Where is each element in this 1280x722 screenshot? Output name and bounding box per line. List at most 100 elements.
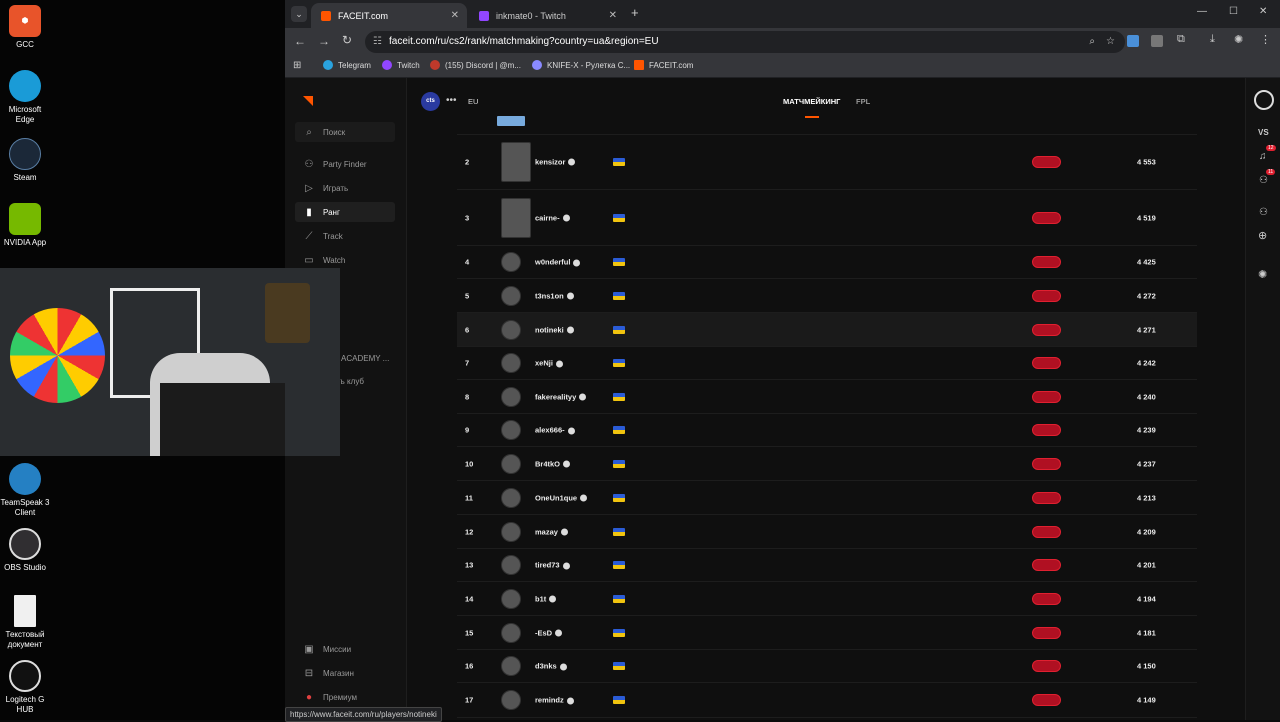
player-name[interactable]: w0nderful bbox=[535, 258, 581, 267]
minimize-icon[interactable]: — bbox=[1197, 6, 1207, 17]
avatar[interactable] bbox=[501, 252, 521, 272]
back-arrow-icon[interactable]: ← bbox=[294, 34, 306, 48]
avatar[interactable] bbox=[501, 487, 521, 508]
nav-premium[interactable]: ● Премиум bbox=[295, 687, 395, 707]
address-bar[interactable]: ☷ faceit.com/ru/cs2/rank/matchmaking?coun… bbox=[365, 31, 1125, 53]
nav-shop[interactable]: ⊟ Магазин bbox=[295, 663, 395, 683]
nav-party-finder[interactable]: ⚇ Party Finder bbox=[295, 154, 395, 174]
table-row[interactable]: 17 remindz 4 149 bbox=[457, 683, 1197, 718]
apps-grid-icon[interactable]: ⊞ bbox=[293, 60, 301, 71]
player-name[interactable]: xeNji bbox=[535, 359, 563, 368]
table-row[interactable]: 8 fakerealityy 4 240 bbox=[457, 380, 1197, 414]
bookmark-faceit[interactable]: FACEIT.com bbox=[634, 60, 693, 70]
extension-icon[interactable] bbox=[1151, 35, 1163, 47]
reload-icon[interactable]: ↻ bbox=[342, 33, 352, 47]
close-tab-icon[interactable]: ✕ bbox=[451, 10, 459, 21]
maximize-icon[interactable]: ☐ bbox=[1229, 6, 1238, 17]
desktop-icon-text-document[interactable]: Текстовый документ bbox=[0, 595, 50, 650]
player-name[interactable]: remindz bbox=[535, 696, 574, 705]
cs2-logo-icon[interactable] bbox=[1254, 90, 1274, 110]
avatar[interactable] bbox=[501, 141, 531, 182]
tab-search-chevron-icon[interactable]: ⌄ bbox=[291, 6, 307, 22]
player-name[interactable]: kensizor bbox=[535, 157, 576, 166]
forward-arrow-icon[interactable]: → bbox=[318, 34, 330, 48]
desktop-icon-nvidia[interactable]: NVIDIA App bbox=[0, 203, 50, 248]
player-name[interactable]: fakerealityy bbox=[535, 392, 587, 401]
player-name[interactable]: OneUn1que bbox=[535, 493, 588, 502]
avatar[interactable] bbox=[501, 588, 521, 609]
zoom-icon[interactable]: ⌕ bbox=[1089, 31, 1095, 53]
player-name[interactable]: b1t bbox=[535, 594, 557, 603]
player-name[interactable]: Br4tkO bbox=[535, 459, 571, 468]
player-name[interactable]: t3ns1on bbox=[535, 291, 574, 300]
table-row[interactable]: 5 t3ns1on 4 272 bbox=[457, 279, 1197, 313]
avatar[interactable] bbox=[501, 319, 521, 340]
avatar[interactable] bbox=[501, 656, 521, 676]
faceit-logo-icon[interactable] bbox=[303, 96, 313, 106]
desktop-icon-logitech[interactable]: Logitech G HUB bbox=[0, 660, 50, 715]
avatar[interactable] bbox=[501, 690, 521, 710]
table-row[interactable]: 11 OneUn1que 4 213 bbox=[457, 481, 1197, 515]
bookmark-telegram[interactable]: Telegram bbox=[323, 60, 371, 70]
more-dots-icon[interactable]: ••• bbox=[446, 95, 457, 106]
site-info-icon[interactable]: ☷ bbox=[373, 31, 382, 53]
avatar[interactable] bbox=[501, 521, 521, 542]
new-tab-plus-icon[interactable]: + bbox=[631, 5, 639, 20]
table-row[interactable]: 13 tired73 4 201 bbox=[457, 549, 1197, 582]
profile-icon[interactable]: ✺ bbox=[1234, 33, 1243, 46]
table-row[interactable]: 15 -EsD 4 181 bbox=[457, 616, 1197, 650]
notifications-bell-icon[interactable]: ♫ bbox=[1259, 151, 1267, 162]
player-name[interactable]: alex666- bbox=[535, 426, 575, 435]
player-name[interactable]: notineki bbox=[535, 325, 574, 334]
tab-twitch[interactable]: inkmate0 - Twitch ✕ bbox=[469, 3, 625, 28]
versus-label[interactable]: VS bbox=[1258, 128, 1269, 137]
table-row[interactable]: 16 d3nks 4 150 bbox=[457, 650, 1197, 683]
extensions-puzzle-icon[interactable]: ⧉ bbox=[1177, 33, 1185, 46]
friends-icon[interactable]: ⚇ bbox=[1259, 175, 1268, 186]
region-label[interactable]: EU bbox=[468, 97, 478, 106]
table-row[interactable]: 14 b1t 4 194 bbox=[457, 582, 1197, 616]
avatar[interactable] bbox=[501, 285, 521, 306]
avatar[interactable] bbox=[501, 420, 521, 440]
bookmark-star-icon[interactable]: ☆ bbox=[1106, 31, 1115, 53]
bookmark-discord[interactable]: (155) Discord | @m... bbox=[430, 60, 521, 70]
table-row[interactable]: 9 alex666- 4 239 bbox=[457, 414, 1197, 447]
bookmark-knife-x[interactable]: KNIFE-X - Рулетка С... bbox=[532, 60, 630, 70]
close-tab-icon[interactable]: ✕ bbox=[609, 10, 617, 21]
desktop-icon-teamspeak[interactable]: TeamSpeak 3 Client bbox=[0, 463, 50, 518]
desktop-icon-edge[interactable]: Microsoft Edge bbox=[0, 70, 50, 125]
team-avatar[interactable]: cts bbox=[421, 92, 440, 111]
tab-matchmaking[interactable]: МАТЧМЕЙКИНГ bbox=[783, 97, 840, 106]
player-name[interactable]: -EsD bbox=[535, 628, 563, 637]
player-name[interactable]: mazay bbox=[535, 527, 568, 536]
extension-icon[interactable] bbox=[1127, 35, 1139, 47]
nav-track[interactable]: ⟋ Track bbox=[295, 226, 395, 246]
nav-search[interactable]: ⌕ Поиск bbox=[295, 122, 395, 142]
nav-watch[interactable]: ▭ Watch bbox=[295, 250, 395, 270]
bookmark-twitch[interactable]: Twitch bbox=[382, 60, 420, 70]
tab-fpl[interactable]: FPL bbox=[856, 97, 870, 106]
player-name[interactable]: tired73 bbox=[535, 561, 570, 570]
tab-faceit[interactable]: FACEIT.com ✕ bbox=[311, 3, 467, 28]
nav-missions[interactable]: ▣ Миссии bbox=[295, 639, 395, 659]
avatar[interactable] bbox=[501, 555, 521, 575]
table-row[interactable]: 4 w0nderful 4 425 bbox=[457, 246, 1197, 279]
nav-play[interactable]: ▷ Играть bbox=[295, 178, 395, 198]
menu-kebab-icon[interactable]: ⋮ bbox=[1260, 33, 1271, 46]
game-icon[interactable]: ✺ bbox=[1258, 268, 1267, 281]
table-row[interactable]: 6 notineki 4 271 bbox=[457, 313, 1197, 347]
close-window-icon[interactable]: ✕ bbox=[1259, 6, 1267, 17]
download-icon[interactable]: ⤓ bbox=[1210, 33, 1215, 46]
table-row[interactable]: 2 kensizor 4 553 bbox=[457, 134, 1197, 190]
desktop-icon-gcc[interactable]: ⬢ GCC bbox=[0, 5, 50, 50]
avatar[interactable] bbox=[501, 386, 521, 407]
add-circle-icon[interactable]: ⊕ bbox=[1258, 229, 1267, 242]
table-row[interactable]: 3 cairne- 4 519 bbox=[457, 190, 1197, 246]
avatar[interactable] bbox=[501, 622, 521, 643]
avatar[interactable] bbox=[501, 197, 531, 238]
player-name[interactable]: cairne- bbox=[535, 213, 570, 222]
table-row[interactable]: 10 Br4tkO 4 237 bbox=[457, 447, 1197, 481]
desktop-icon-steam[interactable]: Steam bbox=[0, 138, 50, 183]
avatar[interactable] bbox=[501, 453, 521, 474]
table-row[interactable]: 7 xeNji 4 242 bbox=[457, 347, 1197, 380]
